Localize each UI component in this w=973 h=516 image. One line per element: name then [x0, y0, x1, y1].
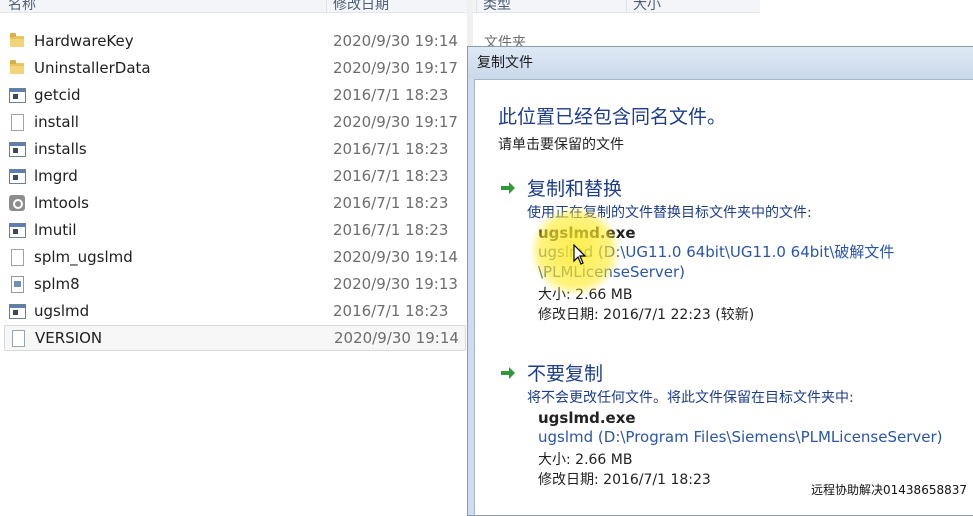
- file-date: 2016/7/1 18:23: [333, 86, 449, 104]
- option-filename: ugslmd.exe: [538, 409, 636, 427]
- file-row[interactable]: lmgrd 2016/7/1 18:23: [4, 163, 466, 189]
- file-row[interactable]: HardwareKey 2020/9/30 19:14: [4, 28, 466, 54]
- mouse-cursor-icon: [573, 244, 587, 265]
- application-icon: [9, 222, 26, 238]
- document-icon: [9, 114, 25, 131]
- option-path-line1: ugslmd (D:\Program Files\Siemens\PLMLice…: [538, 428, 943, 446]
- config-icon: [9, 276, 25, 293]
- file-name: splm8: [34, 275, 80, 293]
- option-size: 大小: 2.66 MB: [538, 452, 633, 468]
- tool-icon: [9, 195, 25, 211]
- column-header: 名称 修改日期 类型 大小: [0, 0, 760, 13]
- dialog-content: 此位置已经包含同名文件。 请单击要保留的文件 复制和替换 使用正在复制的文件替换…: [474, 79, 973, 515]
- file-row[interactable]: lmutil 2016/7/1 18:23: [4, 217, 466, 243]
- file-row[interactable]: VERSION 2020/9/30 19:14: [4, 325, 466, 351]
- file-name: lmgrd: [34, 167, 78, 185]
- file-date: 2020/9/30 19:14: [333, 32, 458, 50]
- file-name: lmtools: [34, 194, 89, 212]
- document-icon: [10, 330, 26, 347]
- file-row[interactable]: install 2020/9/30 19:17: [4, 109, 466, 135]
- dialog-subheading: 请单击要保留的文件: [498, 137, 624, 153]
- folder-icon: [9, 33, 25, 49]
- file-name: UninstallerData: [34, 59, 151, 77]
- application-icon: [9, 303, 26, 319]
- file-row[interactable]: ugslmd 2016/7/1 18:23: [4, 298, 466, 324]
- document-icon: [9, 249, 25, 266]
- file-name: getcid: [34, 86, 81, 104]
- file-date: 2020/9/30 19:14: [334, 329, 459, 347]
- option-modified: 修改日期: 2016/7/1 18:23: [538, 472, 711, 488]
- file-row[interactable]: splm_ugslmd 2020/9/30 19:14: [4, 244, 466, 270]
- file-name: splm_ugslmd: [34, 248, 133, 266]
- file-name: ugslmd: [34, 302, 90, 320]
- file-row[interactable]: splm8 2020/9/30 19:13: [4, 271, 466, 297]
- application-icon: [9, 87, 26, 103]
- file-name: HardwareKey: [34, 32, 134, 50]
- dialog-heading: 此位置已经包含同名文件。: [498, 106, 727, 128]
- file-name: install: [34, 113, 79, 131]
- dialog-title[interactable]: 复制文件: [468, 47, 973, 79]
- option-description: 将不会更改任何文件。将此文件保留在目标文件夹中:: [527, 390, 854, 406]
- file-date: 2020/9/30 19:13: [333, 275, 458, 293]
- file-date: 2020/9/30 19:17: [333, 59, 458, 77]
- file-row[interactable]: installs 2016/7/1 18:23: [4, 136, 466, 162]
- folder-icon: [9, 60, 25, 76]
- column-size-header[interactable]: 大小: [626, 0, 661, 13]
- file-date: 2020/9/30 19:14: [333, 248, 458, 266]
- application-icon: [9, 168, 26, 184]
- file-name: lmutil: [34, 221, 77, 239]
- file-date: 2016/7/1 18:23: [333, 221, 449, 239]
- option-title: 复制和替换: [527, 178, 623, 200]
- watermark-text: 远程协助解决01438658837: [809, 481, 969, 498]
- file-date: 2016/7/1 18:23: [333, 140, 449, 158]
- file-name: VERSION: [35, 329, 103, 347]
- file-date: 2016/7/1 18:23: [333, 302, 449, 320]
- option-title: 不要复制: [527, 363, 604, 385]
- option-modified: 修改日期: 2016/7/1 22:23 (较新): [538, 307, 755, 323]
- application-icon: [9, 141, 26, 157]
- scrollbar-edge: [467, 0, 473, 46]
- green-arrow-icon: [501, 367, 515, 379]
- file-row[interactable]: lmtools 2016/7/1 18:23: [4, 190, 466, 216]
- column-modified-header[interactable]: 修改日期: [326, 0, 389, 13]
- file-row[interactable]: getcid 2016/7/1 18:23: [4, 82, 466, 108]
- file-name: installs: [34, 140, 87, 158]
- column-name-header[interactable]: 名称: [2, 0, 36, 13]
- file-date: 2016/7/1 18:23: [333, 194, 449, 212]
- file-date: 2016/7/1 18:23: [333, 167, 449, 185]
- column-type-header[interactable]: 类型: [476, 0, 511, 13]
- file-row[interactable]: UninstallerData 2020/9/30 19:17: [4, 55, 466, 81]
- green-arrow-icon: [501, 182, 515, 194]
- file-date: 2020/9/30 19:17: [333, 113, 458, 131]
